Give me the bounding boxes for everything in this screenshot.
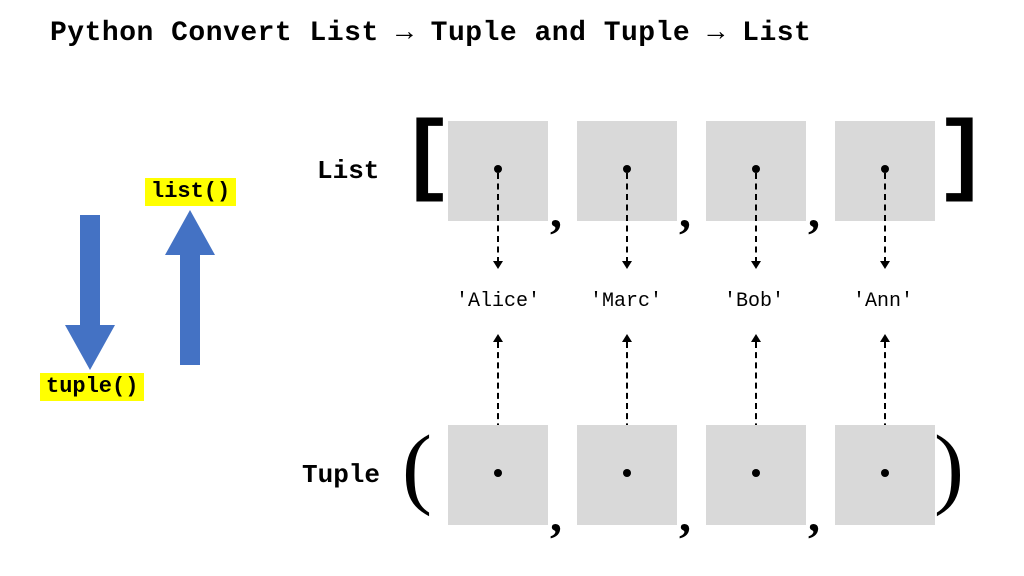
element-3: 'Ann': [853, 290, 913, 313]
list-pointer-3: [884, 173, 886, 263]
down-arrowhead-icon: [622, 261, 632, 269]
list-comma-2: ,: [808, 188, 820, 236]
list-dot-2: [752, 165, 760, 173]
list-pointer-0: [497, 173, 499, 263]
tuple-label: Tuple: [302, 460, 380, 490]
tuple-comma-0: ,: [550, 492, 562, 540]
diagram-title: Python Convert List → Tuple and Tuple → …: [50, 18, 811, 49]
tuple-dot-1: [623, 469, 631, 477]
list-pointer-2: [755, 173, 757, 263]
arrow-right-icon: →: [708, 18, 725, 49]
tuple-close-paren: ): [934, 423, 964, 513]
arrow-right-icon: →: [396, 18, 413, 49]
list-pointer-1: [626, 173, 628, 263]
up-arrowhead-icon: [622, 334, 632, 342]
down-arrowhead-icon: [880, 261, 890, 269]
title-text-2: Tuple and Tuple: [413, 18, 707, 49]
list-dot-3: [881, 165, 889, 173]
list-close-bracket: ]: [935, 115, 989, 205]
list-dot-0: [494, 165, 502, 173]
list-open-bracket: [: [400, 115, 454, 205]
list-function-label: list(): [145, 178, 236, 206]
title-text-1: Python Convert List: [50, 18, 396, 49]
list-label: List: [317, 156, 379, 186]
down-arrowhead-icon: [751, 261, 761, 269]
tuple-open-paren: (: [402, 423, 432, 513]
up-arrowhead-icon: [493, 334, 503, 342]
list-comma-1: ,: [679, 188, 691, 236]
down-arrowhead-icon: [493, 261, 503, 269]
tuple-comma-2: ,: [808, 492, 820, 540]
list-dot-1: [623, 165, 631, 173]
title-text-3: List: [725, 18, 812, 49]
tuple-comma-1: ,: [679, 492, 691, 540]
tuple-function-label: tuple(): [40, 373, 144, 401]
up-arrowhead-icon: [751, 334, 761, 342]
tuple-dot-2: [752, 469, 760, 477]
element-2: 'Bob': [724, 290, 784, 313]
list-comma-0: ,: [550, 188, 562, 236]
arrow-up-icon: [160, 205, 220, 365]
arrow-down-icon: [60, 215, 120, 375]
element-1: 'Marc': [590, 290, 662, 313]
element-0: 'Alice': [456, 290, 540, 313]
tuple-dot-0: [494, 469, 502, 477]
up-arrowhead-icon: [880, 334, 890, 342]
tuple-dot-3: [881, 469, 889, 477]
